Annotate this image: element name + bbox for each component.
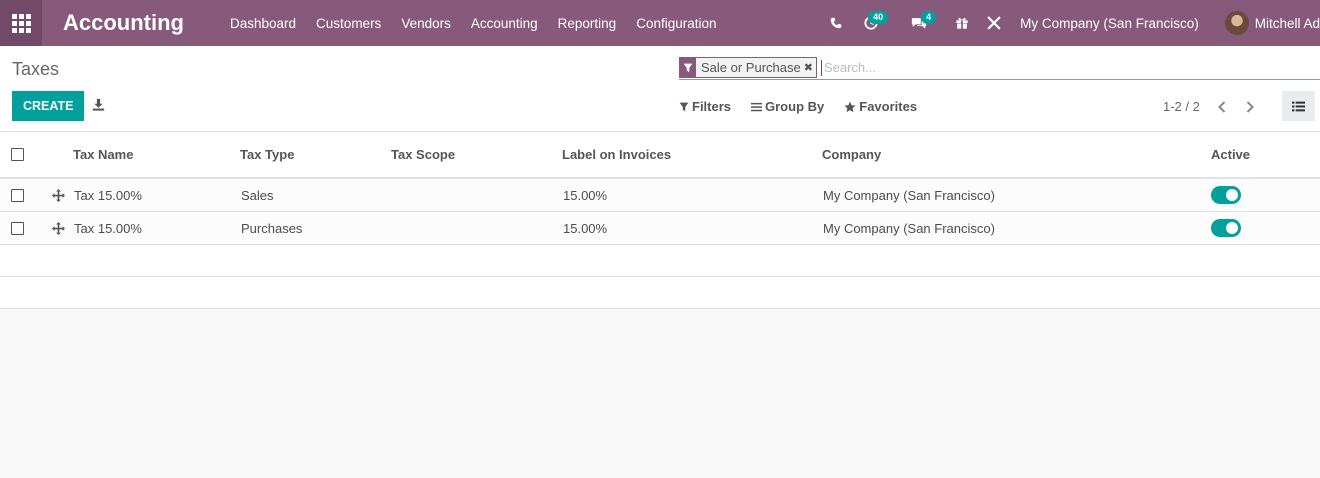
avatar[interactable] <box>1224 11 1249 35</box>
active-toggle-cell <box>1211 179 1241 211</box>
favorites-label: Favorites <box>859 99 918 114</box>
phone-button[interactable] <box>822 0 850 46</box>
filters-label: Filters <box>692 99 732 114</box>
company-cell: My Company (San Francisco) <box>823 187 995 203</box>
active-toggle[interactable] <box>1211 186 1241 204</box>
search-bar: Sale or Purchase ✖ <box>679 56 1320 80</box>
filter-icon <box>679 102 689 111</box>
menu-item-reporting[interactable]: Reporting <box>558 16 617 31</box>
facet-remove-icon[interactable]: ✖ <box>803 58 816 77</box>
row-select-cell <box>11 179 24 211</box>
move-handle-icon <box>52 221 65 235</box>
search-options: Filters Group By Favorites <box>679 99 937 114</box>
pager-next-button[interactable] <box>1236 100 1264 113</box>
activity-button[interactable]: 40 <box>858 0 898 46</box>
search-input[interactable] <box>820 59 1121 76</box>
apps-grid-icon <box>11 13 31 33</box>
column-header-active[interactable]: Active <box>1211 132 1250 177</box>
pager: 1-2 / 2 <box>1163 99 1264 114</box>
column-header-company[interactable]: Company <box>822 132 881 177</box>
drag-handle[interactable] <box>52 212 65 244</box>
drag-handle[interactable] <box>52 179 65 211</box>
chevron-right-icon <box>1246 100 1254 113</box>
tax-name-cell: Tax 15.00% <box>74 220 142 236</box>
table-row[interactable]: Tax 15.00% Sales 15.00% My Company (San … <box>0 179 1320 212</box>
phone-icon <box>830 17 842 29</box>
empty-row <box>0 245 1320 277</box>
groupby-dropdown[interactable]: Group By <box>751 99 824 114</box>
pager-previous-button[interactable] <box>1208 100 1236 113</box>
download-icon <box>92 98 105 111</box>
label-on-invoices-cell: 15.00% <box>563 187 608 203</box>
table-row[interactable]: Tax 15.00% Purchases 15.00% My Company (… <box>0 212 1320 245</box>
app-title[interactable]: Accounting <box>63 10 184 36</box>
message-count-badge: 4 <box>921 11 937 24</box>
activity-count-badge: 40 <box>868 11 889 24</box>
company-cell: My Company (San Francisco) <box>823 220 995 236</box>
gift-button[interactable] <box>950 0 974 46</box>
star-icon <box>844 101 856 112</box>
create-button[interactable]: CREATE <box>12 91 85 121</box>
list-view-button[interactable] <box>1282 91 1315 121</box>
control-panel: Taxes CREATE Sale or Purchase ✖ Filters … <box>0 46 1320 132</box>
systray: 40 4 My Company (San Francisco) Mitchell… <box>822 0 1320 46</box>
top-navbar: Accounting Dashboard Customers Vendors A… <box>0 0 1320 46</box>
active-toggle[interactable] <box>1211 219 1241 237</box>
pager-value[interactable]: 1-2 / 2 <box>1163 99 1200 114</box>
menu-item-dashboard[interactable]: Dashboard <box>230 16 296 31</box>
messages-button[interactable]: 4 <box>906 0 942 46</box>
facet-value: Sale or Purchase <box>696 58 804 77</box>
label-on-invoices-cell: 15.00% <box>563 220 608 236</box>
list-icon <box>1292 101 1305 111</box>
menu-item-accounting[interactable]: Accounting <box>471 16 538 31</box>
tools-icon <box>987 16 1001 30</box>
move-handle-icon <box>52 188 65 202</box>
select-all-cell <box>11 132 24 177</box>
bars-icon <box>751 102 763 111</box>
gift-icon <box>956 17 968 30</box>
groupby-label: Group By <box>765 99 825 114</box>
active-toggle-cell <box>1211 212 1241 244</box>
column-header-tax-scope[interactable]: Tax Scope <box>391 132 455 177</box>
export-button[interactable] <box>92 98 106 112</box>
search-facet: Sale or Purchase ✖ <box>679 57 817 78</box>
empty-row <box>0 277 1320 309</box>
tax-type-cell: Sales <box>241 187 274 203</box>
column-header-label-on-invoices[interactable]: Label on Invoices <box>562 132 671 177</box>
favorites-dropdown[interactable]: Favorites <box>844 99 917 114</box>
taxes-list: Tax Name Tax Type Tax Scope Label on Inv… <box>0 132 1320 309</box>
tax-name-cell: Tax 15.00% <box>74 187 142 203</box>
table-header: Tax Name Tax Type Tax Scope Label on Inv… <box>0 132 1320 179</box>
user-menu[interactable]: Mitchell Ad <box>1255 16 1320 31</box>
column-header-tax-type[interactable]: Tax Type <box>240 132 294 177</box>
select-all-checkbox[interactable] <box>11 148 24 161</box>
row-checkbox[interactable] <box>11 221 24 235</box>
menu-item-vendors[interactable]: Vendors <box>401 16 451 31</box>
company-switcher[interactable]: My Company (San Francisco) <box>1020 16 1199 31</box>
menu-item-configuration[interactable]: Configuration <box>636 16 716 31</box>
column-header-tax-name[interactable]: Tax Name <box>73 132 133 177</box>
row-select-cell <box>11 212 24 244</box>
menu-item-customers[interactable]: Customers <box>316 16 381 31</box>
filters-dropdown[interactable]: Filters <box>679 99 731 114</box>
row-checkbox[interactable] <box>11 188 24 202</box>
filter-facet-icon <box>680 58 696 77</box>
tax-type-cell: Purchases <box>241 220 303 236</box>
breadcrumb: Taxes <box>12 59 60 79</box>
main-menu: Dashboard Customers Vendors Accounting R… <box>230 16 737 31</box>
debug-tools-button[interactable] <box>982 0 1006 46</box>
apps-menu-button[interactable] <box>0 0 42 46</box>
chevron-left-icon <box>1217 100 1226 113</box>
